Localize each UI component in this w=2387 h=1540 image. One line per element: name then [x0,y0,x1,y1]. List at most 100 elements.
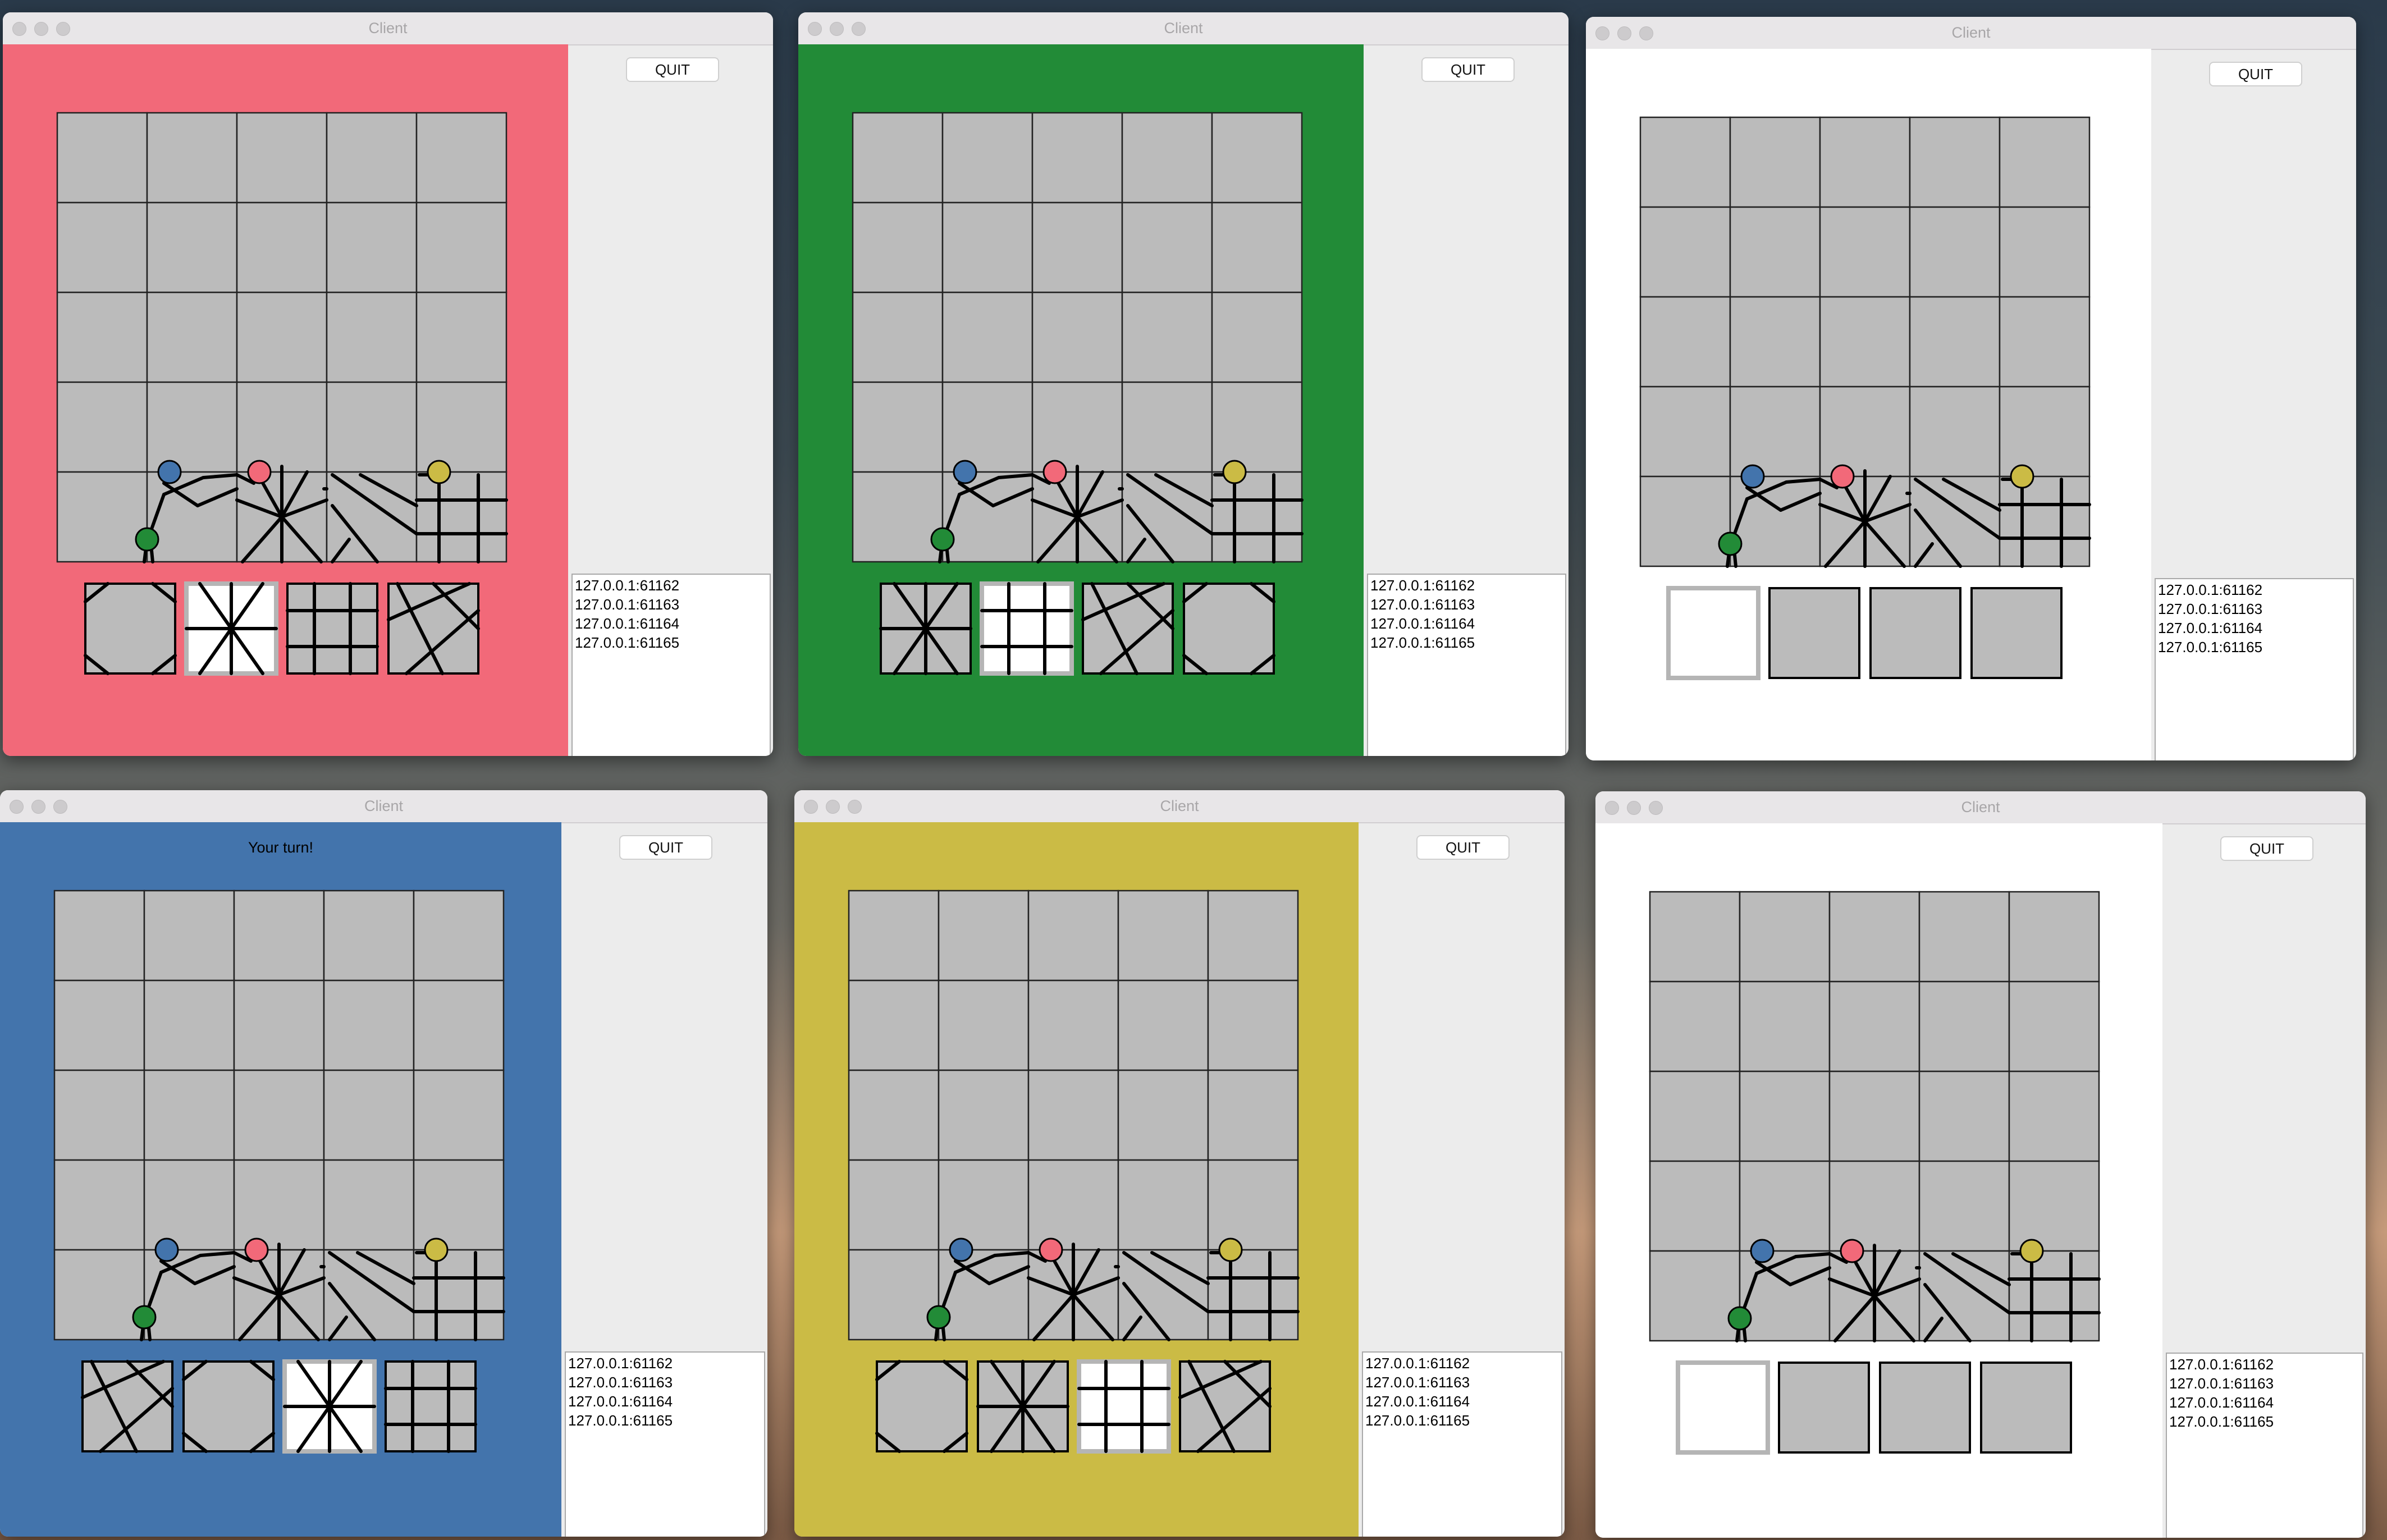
board-cell[interactable] [1649,1160,1741,1252]
board-cell[interactable] [2008,891,2100,983]
quit-button[interactable]: QUIT [2220,836,2313,861]
window-titlebar[interactable]: Client [0,790,767,823]
board-cell[interactable] [1828,1160,1920,1252]
close-button[interactable] [804,800,818,814]
connection-log[interactable]: 127.0.0.1:61162 127.0.0.1:61163 127.0.0.1:… [1362,1351,1562,1537]
board-cell[interactable] [1027,1159,1119,1251]
board-cell[interactable] [1999,386,2091,478]
board-cell[interactable] [1207,979,1299,1071]
board-cell[interactable] [1819,206,1911,298]
board-cell[interactable] [1031,201,1123,294]
board-cell[interactable] [143,979,235,1071]
path-tile[interactable] [385,1360,477,1452]
board-cell[interactable] [53,979,145,1071]
minimize-button[interactable] [31,800,45,814]
board-cell[interactable] [1031,291,1123,383]
board-cell[interactable] [848,890,940,982]
zoom-button[interactable] [852,22,866,36]
board-cell[interactable] [326,291,418,383]
minimize-button[interactable] [830,22,844,36]
zoom-button[interactable] [53,800,67,814]
path-tile[interactable] [876,1360,968,1452]
blank-tile[interactable] [1970,587,2063,679]
close-button[interactable] [1595,26,1609,40]
close-button[interactable] [12,22,26,36]
board-cell[interactable] [941,471,1034,563]
board-cell[interactable] [1918,980,2010,1072]
board-cell[interactable] [1739,891,1831,983]
board-cell[interactable] [323,890,415,982]
board-cell[interactable] [1639,296,1731,388]
board-cell[interactable] [1739,1070,1831,1162]
minimize-button[interactable] [34,22,48,36]
board-cell[interactable] [941,291,1034,383]
zoom-button[interactable] [56,22,70,36]
window-titlebar[interactable]: Client [1586,17,2356,50]
board-cell[interactable] [1819,296,1911,388]
board-cell[interactable] [53,1159,145,1251]
blank-tile[interactable] [1768,587,1860,679]
board-cell[interactable] [1207,1249,1299,1341]
board-cell[interactable] [2008,1070,2100,1162]
board-cell[interactable] [326,381,418,473]
board-cell[interactable] [1918,891,2010,983]
board-cell[interactable] [1117,1069,1209,1161]
board-cell[interactable] [1117,1159,1209,1251]
board-cell[interactable] [1739,980,1831,1072]
board-cell[interactable] [1117,979,1209,1071]
board-cell[interactable] [852,291,944,383]
zoom-button[interactable] [1639,26,1653,40]
path-tile[interactable] [84,583,176,675]
board-cell[interactable] [236,201,328,294]
board-cell[interactable] [143,1069,235,1161]
connection-log[interactable]: 127.0.0.1:61162 127.0.0.1:61163 127.0.0.1:… [1367,574,1566,756]
zoom-button[interactable] [848,800,862,814]
board-cell[interactable] [146,381,238,473]
board-cell[interactable] [2008,1160,2100,1252]
board-cell[interactable] [415,381,507,473]
board-cell[interactable] [143,890,235,982]
board-cell[interactable] [1649,1250,1741,1342]
board-cell[interactable] [1729,296,1821,388]
board-cell[interactable] [1999,475,2091,567]
connection-log[interactable]: 127.0.0.1:61162 127.0.0.1:61163 127.0.0.1:… [2166,1353,2363,1538]
board-cell[interactable] [53,890,145,982]
board-cell[interactable] [53,1249,145,1341]
board-cell[interactable] [1828,1070,1920,1162]
board-cell[interactable] [1211,201,1303,294]
board-cell[interactable] [56,291,148,383]
board-cell[interactable] [53,1069,145,1161]
blank-tile[interactable] [1778,1362,1870,1454]
board-cell[interactable] [941,201,1034,294]
board-cell[interactable] [233,1069,325,1161]
board-cell[interactable] [848,979,940,1071]
board-cell[interactable] [1211,112,1303,204]
board-cell[interactable] [1729,116,1821,208]
window-titlebar[interactable]: Client [3,12,773,45]
board-cell[interactable] [852,201,944,294]
board-cell[interactable] [323,1159,415,1251]
path-tile[interactable] [286,583,378,675]
board-cell[interactable] [415,201,507,294]
board-cell[interactable] [1027,890,1119,982]
board-cell[interactable] [938,1249,1030,1341]
board-cell[interactable] [1729,475,1821,567]
board-cell[interactable] [852,471,944,563]
board-cell[interactable] [56,201,148,294]
board-cell[interactable] [413,1069,505,1161]
board-cell[interactable] [938,890,1030,982]
board-cell[interactable] [1909,386,2001,478]
board-cell[interactable] [143,1249,235,1341]
board-cell[interactable] [1828,891,1920,983]
board-cell[interactable] [938,1159,1030,1251]
board-cell[interactable] [1639,206,1731,298]
board-cell[interactable] [852,381,944,473]
window-titlebar[interactable]: Client [798,12,1569,45]
board-cell[interactable] [1031,112,1123,204]
board-cell[interactable] [1121,201,1213,294]
selected-tile[interactable] [980,581,1074,676]
board-cell[interactable] [1121,381,1213,473]
board-cell[interactable] [415,112,507,204]
board-cell[interactable] [1649,980,1741,1072]
close-button[interactable] [1605,801,1619,815]
